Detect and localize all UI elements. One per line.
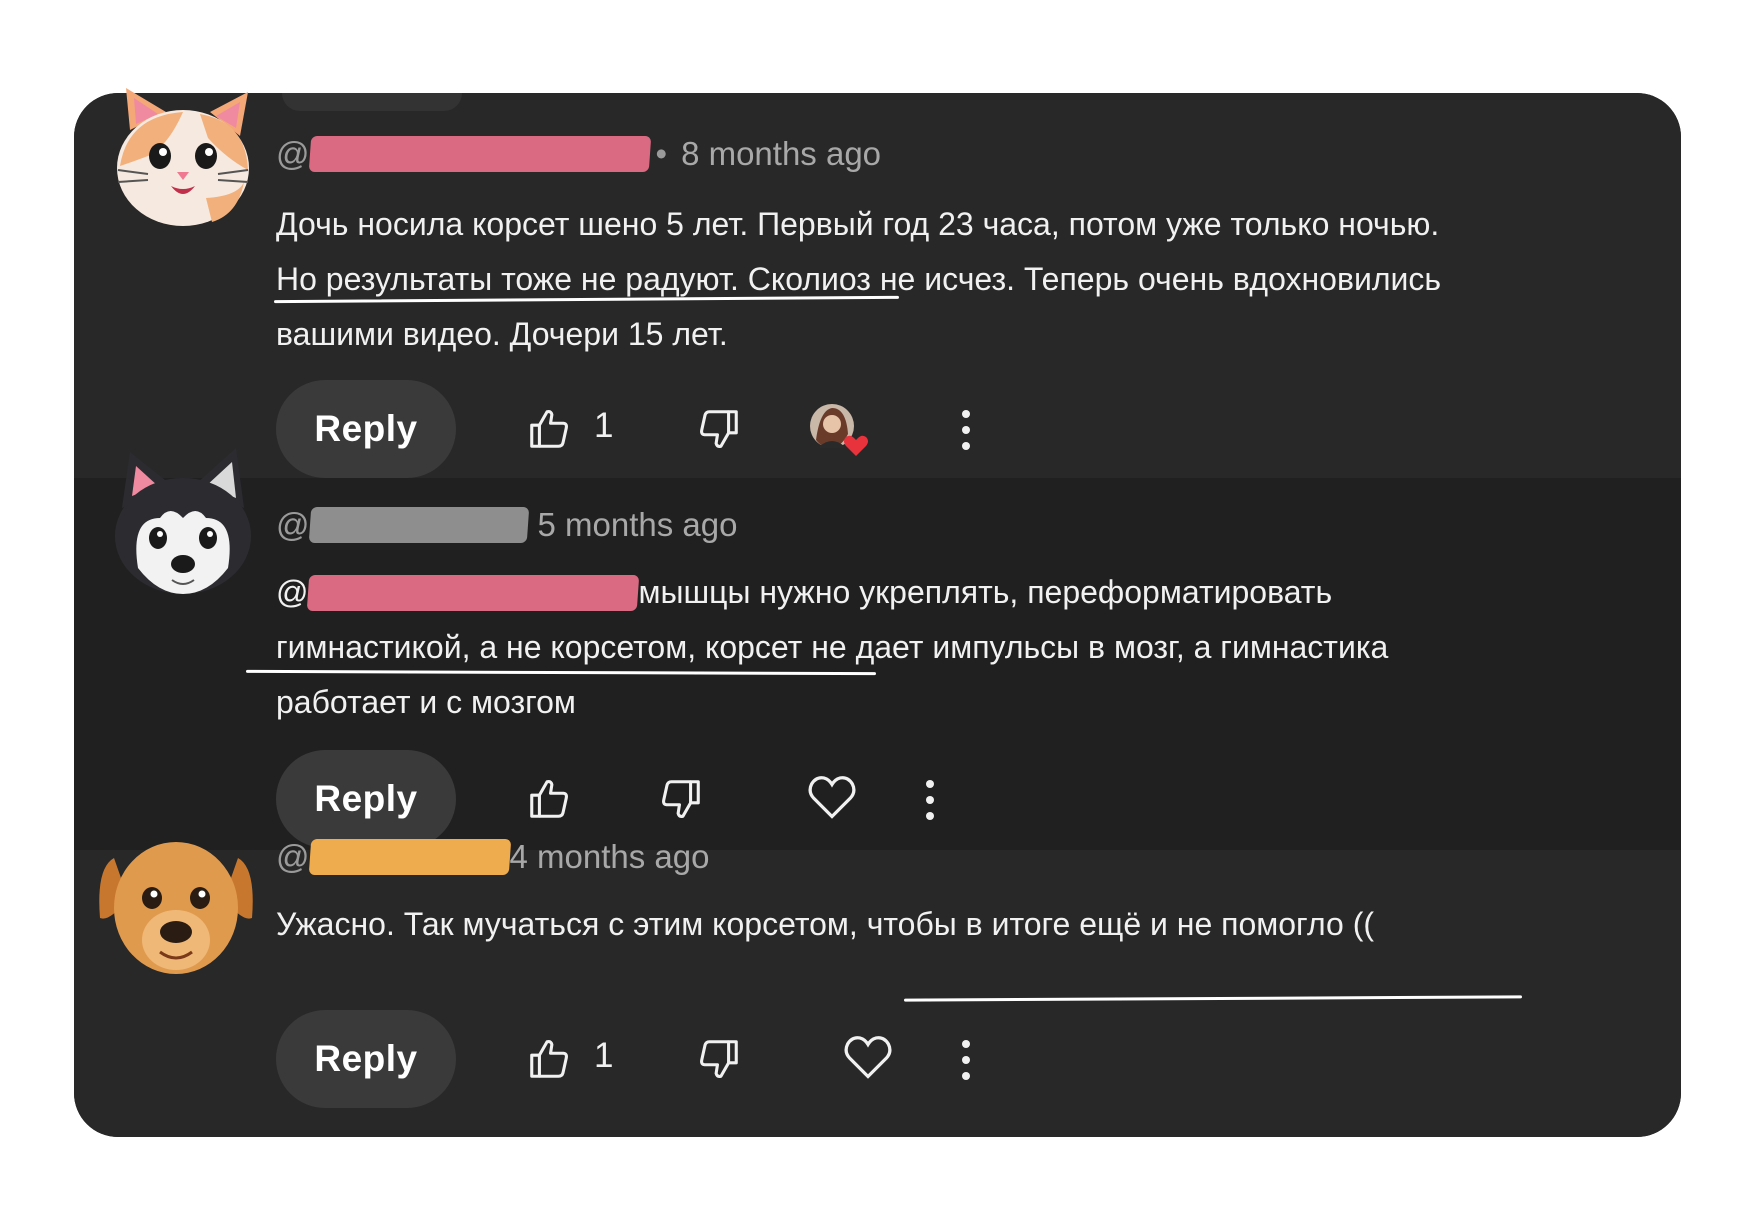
mention-prefix: @ <box>276 574 309 610</box>
more-options-icon[interactable] <box>920 778 940 822</box>
thumbs-up-icon[interactable] <box>526 406 572 452</box>
comment-line: работает и с мозгом <box>276 684 576 720</box>
comment-meta: @ 5 months ago <box>276 506 737 544</box>
comment-timestamp: 8 months ago <box>681 135 882 172</box>
reply-button[interactable]: Reply <box>276 1010 456 1108</box>
thumbs-up-icon[interactable] <box>526 1036 572 1082</box>
handle-prefix: @ <box>276 838 310 875</box>
heart-icon[interactable] <box>842 1032 894 1082</box>
comments-panel: @ • 8 months ago Дочь носила корсет шено… <box>74 88 1681 1137</box>
more-options-icon[interactable] <box>956 1038 976 1082</box>
redacted-username <box>308 136 651 172</box>
comment-text: Дочь носила корсет шено 5 лет. Первый го… <box>276 197 1441 362</box>
thumbs-down-icon[interactable] <box>696 1036 742 1082</box>
comment-line: Ужасно. Так мучаться с этим корсетом, чт… <box>276 906 1375 942</box>
handle-prefix: @ <box>276 506 310 543</box>
comment-timestamp: 4 months ago <box>509 838 710 875</box>
reply-button[interactable]: Reply <box>276 380 456 478</box>
comment-line: вашими видео. Дочери 15 лет. <box>276 316 728 352</box>
creator-heart-badge[interactable] <box>806 400 870 464</box>
heart-icon[interactable] <box>806 772 858 822</box>
comment-timestamp: 5 months ago <box>537 506 738 543</box>
comment-line-text: мышцы нужно укреплять, переформатировать <box>638 574 1333 610</box>
comment-text: Ужасно. Так мучаться с этим корсетом, чт… <box>276 897 1374 952</box>
comment-line: Дочь носила корсет шено 5 лет. Первый го… <box>276 206 1440 242</box>
comment-line: гимнастикой, а не корсетом, корсет не да… <box>276 629 1389 665</box>
husky-avatar[interactable] <box>108 445 258 601</box>
comment-meta: @ • 8 months ago <box>276 135 881 173</box>
thumbs-up-icon[interactable] <box>526 776 572 822</box>
comment-line: @ мышцы нужно укреплять, переформатирова… <box>276 565 1388 620</box>
dog-avatar[interactable] <box>94 825 258 981</box>
comment-text: @ мышцы нужно укреплять, переформатирова… <box>276 565 1388 730</box>
cat-avatar[interactable] <box>108 85 258 237</box>
redacted-username <box>308 839 511 875</box>
reply-button[interactable]: Reply <box>276 750 456 848</box>
like-count: 1 <box>594 406 614 445</box>
redacted-username <box>308 507 529 543</box>
handle-prefix: @ <box>276 135 310 172</box>
more-options-icon[interactable] <box>956 408 976 452</box>
comment-meta: @ 4 months ago <box>276 838 709 876</box>
separator-dot: • <box>655 135 668 172</box>
thumbs-down-icon[interactable] <box>658 776 704 822</box>
thumbs-down-icon[interactable] <box>696 406 742 452</box>
redacted-mention <box>307 574 640 611</box>
previous-reply-button-edge <box>282 93 462 111</box>
like-count: 1 <box>594 1036 614 1075</box>
mention-link[interactable]: @ <box>276 565 640 620</box>
